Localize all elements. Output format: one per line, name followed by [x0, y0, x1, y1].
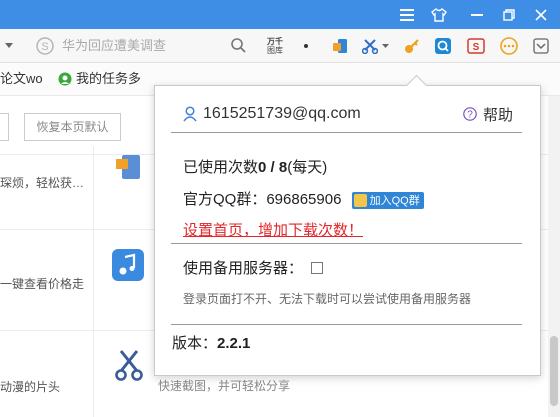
app-description: 动漫的片头	[0, 380, 61, 394]
bookmark-item-tasks[interactable]: 我的任务多	[58, 63, 141, 95]
dropdown-arrow-icon[interactable]	[2, 29, 16, 62]
restore-window-icon[interactable]	[494, 0, 524, 29]
user-icon	[183, 106, 197, 122]
app-description: 琛烦，轻松获…	[0, 176, 85, 190]
backup-server-option: 使用备用服务器：	[183, 257, 324, 278]
version-info: 版本：2.2.1	[172, 332, 250, 353]
wanqian-label-bottom: 图库	[267, 45, 283, 55]
phone-sync-icon[interactable]	[330, 29, 350, 62]
dot-icon	[300, 29, 312, 62]
extension-popup: 1615251739@qq.com ? 帮助 已使用次数0 / 8(每天) 官方…	[154, 74, 541, 376]
backup-server-hint: 登录页面打不开、无法下载时可以尝试使用备用服务器	[183, 292, 472, 306]
usage-period: (每天)	[287, 159, 328, 176]
translate-icon[interactable]: S	[465, 29, 487, 62]
bookmark-label: 论文wo	[0, 71, 43, 86]
qq-group-icon	[353, 193, 367, 207]
search-suggestion[interactable]: 华为回应遭美调查	[62, 29, 166, 62]
scissors-dropdown-icon[interactable]	[380, 29, 390, 62]
app-description: 快速截图，并可轻松分享	[158, 379, 291, 393]
svg-text:S: S	[41, 41, 48, 53]
bookmark-item-paper[interactable]: 论文wo	[0, 63, 43, 95]
qq-group-line: 官方QQ群：696865906 加入QQ群	[183, 188, 424, 209]
account-email: 1615251739@qq.com	[203, 105, 361, 122]
search-engine-icon[interactable]: S	[34, 29, 56, 62]
divider	[171, 243, 522, 244]
backup-server-checkbox[interactable]	[311, 261, 324, 274]
join-qq-group-button[interactable]: 加入QQ群	[351, 191, 424, 209]
version-label: 版本：	[172, 335, 218, 352]
app-description: 一键查看价格走	[0, 277, 85, 291]
bookmark-label: 我的任务多	[76, 71, 142, 86]
usage-label: 已使用次数	[183, 159, 259, 176]
close-icon[interactable]	[526, 0, 556, 29]
svg-text:?: ?	[467, 110, 473, 121]
minimize-icon[interactable]	[462, 0, 492, 29]
divider	[171, 324, 522, 325]
search-icon[interactable]	[228, 29, 248, 62]
divider	[171, 132, 522, 133]
scrollbar-thumb[interactable]	[550, 336, 558, 406]
skin-icon[interactable]	[424, 0, 454, 29]
help-link[interactable]: ? 帮助	[463, 103, 513, 125]
browser-titlebar	[0, 0, 560, 29]
more-options-icon[interactable]	[498, 29, 520, 62]
address-toolbar: S 华为回应遭美调查 万千 图库 S	[0, 29, 560, 63]
phone-sync-app-icon[interactable]	[112, 155, 142, 181]
wanqian-label-top: 万千	[267, 36, 283, 46]
screenshot-scissors-icon[interactable]	[360, 29, 380, 62]
restore-default-button[interactable]: 恢复本页默认	[24, 113, 121, 141]
menu-icon[interactable]	[392, 0, 422, 29]
key-icon[interactable]	[402, 29, 422, 62]
usage-count: 已使用次数0 / 8(每天)	[183, 156, 327, 177]
account-info: 1615251739@qq.com	[183, 103, 361, 125]
qq-search-icon[interactable]	[432, 29, 454, 62]
partial-input[interactable]	[0, 113, 9, 141]
join-qq-group-label: 加入QQ群	[369, 195, 420, 208]
help-icon: ?	[463, 107, 477, 121]
backup-server-label: 使用备用服务器：	[183, 260, 304, 277]
qq-group-number: 696865906	[266, 191, 342, 208]
wanqian-gallery-icon[interactable]: 万千 图库	[262, 29, 288, 62]
usage-total: 8	[278, 159, 288, 176]
help-label: 帮助	[482, 106, 513, 124]
svg-text:S: S	[473, 42, 480, 53]
usage-separator: /	[266, 159, 279, 176]
music-app-icon[interactable]	[112, 249, 144, 281]
version-value: 2.2.1	[217, 335, 251, 352]
tasks-icon	[58, 72, 72, 86]
menu-dropdown-icon[interactable]	[530, 29, 552, 62]
screenshot-app-icon[interactable]	[114, 349, 144, 381]
set-homepage-link[interactable]: 设置首页，增加下载次数！	[183, 219, 363, 240]
qq-group-label: 官方QQ群：	[183, 191, 267, 208]
